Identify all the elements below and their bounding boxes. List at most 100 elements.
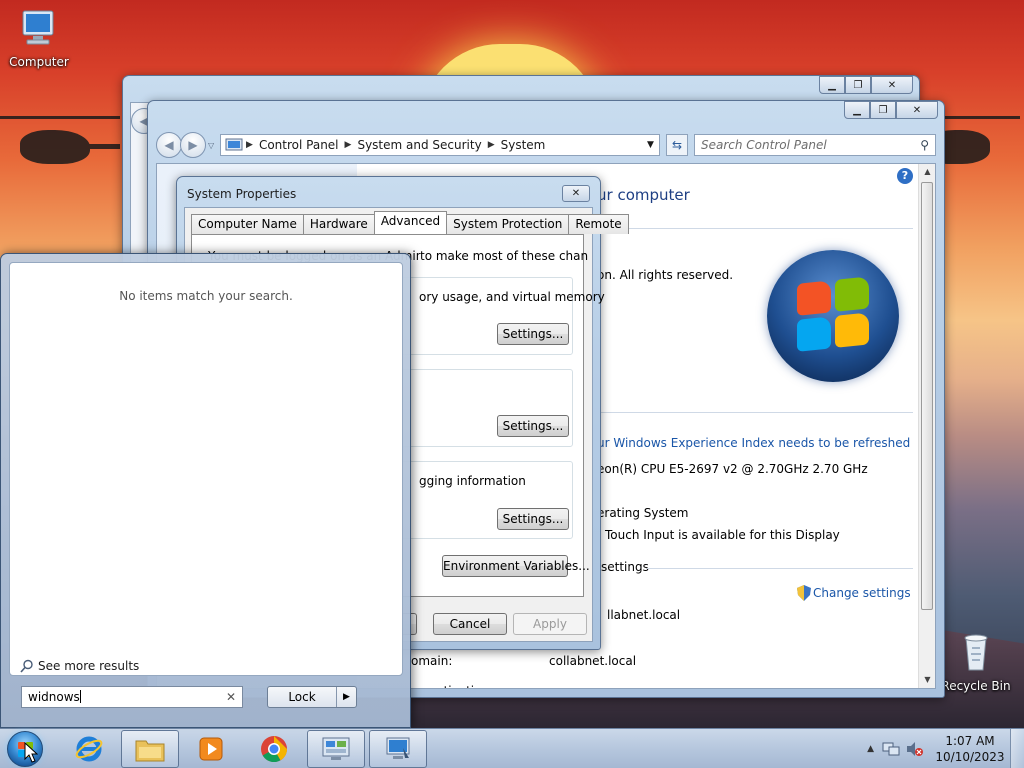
control-panel-icon (322, 737, 350, 760)
startup-settings-button[interactable]: Settings... (497, 508, 569, 530)
system-tray: ▲ 1:07 AM 10/10/2023 (867, 729, 1024, 768)
divider (597, 228, 913, 229)
tab-computer-name[interactable]: Computer Name (191, 214, 304, 234)
computer-icon (22, 10, 54, 45)
clock[interactable]: 1:07 AM 10/10/2023 (930, 733, 1010, 765)
windows-logo (767, 250, 899, 382)
address-dropdown-icon[interactable]: ▼ (641, 140, 659, 150)
search-icon: ⚲ (920, 138, 929, 152)
admin-note-right: to make most of these changes. (420, 249, 588, 263)
show-desktop-button[interactable] (1010, 729, 1024, 768)
minimize-button[interactable]: ▁ (844, 101, 870, 119)
volume-muted-icon[interactable] (906, 741, 924, 757)
no-results-message: No items match your search. (119, 289, 293, 303)
magnifier-icon (20, 659, 33, 673)
see-more-results-label: See more results (38, 659, 140, 673)
dialog-close-button[interactable]: ✕ (562, 185, 590, 202)
taskbar-media-player[interactable] (182, 730, 240, 768)
change-settings-label: Change settings (813, 586, 911, 600)
uac-shield-icon (797, 585, 811, 601)
search-control-panel-input[interactable]: Search Control Panel ⚲ (694, 134, 936, 156)
startup-description: gging information (419, 474, 526, 488)
chrome-icon (261, 736, 288, 763)
change-settings-link[interactable]: Change settings (797, 585, 911, 601)
scroll-down-icon[interactable]: ▼ (919, 672, 935, 688)
close-button[interactable]: ✕ (896, 101, 938, 119)
clear-search-icon[interactable]: ✕ (226, 687, 236, 707)
start-search-input[interactable]: widnows ✕ (21, 686, 243, 708)
dialog-title: System Properties (187, 187, 297, 201)
control-panel-icon (225, 138, 243, 151)
see-more-results-link[interactable]: See more results (20, 659, 139, 673)
taskbar-system-properties[interactable] (369, 730, 427, 768)
scrollbar-thumb[interactable] (921, 182, 933, 610)
tab-system-protection[interactable]: System Protection (446, 214, 570, 234)
internet-explorer-icon (75, 736, 103, 762)
breadcrumb-system-and-security[interactable]: System and Security (351, 138, 487, 152)
wallpaper-helicopter (0, 116, 120, 164)
clock-date: 10/10/2023 (935, 750, 1005, 764)
show-hidden-icons-icon[interactable]: ▲ (867, 744, 874, 754)
computer-name-section-heading: settings (601, 560, 649, 574)
desktop-icon-computer[interactable]: Computer (0, 8, 78, 69)
vertical-scrollbar[interactable]: ▲ ▼ (918, 164, 935, 688)
taskbar-control-panel[interactable] (307, 730, 365, 768)
breadcrumb-control-panel[interactable]: Control Panel (253, 138, 345, 152)
system-properties-icon (386, 737, 410, 759)
maximize-button[interactable]: ❐ (845, 76, 871, 94)
back-button[interactable]: ◀ (156, 132, 182, 158)
maximize-button[interactable]: ❐ (870, 101, 896, 119)
pen-touch-value: Touch Input is available for this Displa… (605, 528, 840, 542)
recent-pages-icon[interactable]: ▽ (208, 141, 214, 150)
search-placeholder: Search Control Panel (701, 138, 827, 152)
shutdown-options-arrow-icon[interactable]: ▶ (336, 687, 356, 707)
start-menu[interactable]: No items match your search. See more res… (0, 253, 411, 728)
breadcrumb-system[interactable]: System (495, 138, 552, 152)
desktop-icon-recycle-bin[interactable]: Recycle Bin (937, 632, 1015, 693)
performance-settings-button[interactable]: Settings... (497, 323, 569, 345)
page-heading: ur computer (597, 186, 690, 204)
cancel-button[interactable]: Cancel (433, 613, 507, 635)
close-button[interactable]: ✕ (871, 76, 913, 94)
folder-icon (135, 740, 165, 762)
desktop-icon-label: Recycle Bin (941, 679, 1011, 693)
recycle-bin-icon (964, 634, 988, 671)
tab-advanced[interactable]: Advanced (373, 211, 448, 234)
domain-label: omain: (411, 654, 453, 668)
caption-buttons: ▁ ❐ ✕ (844, 101, 938, 119)
taskbar-internet-explorer[interactable] (60, 730, 118, 768)
breadcrumb-separator-icon: ▶ (243, 140, 253, 150)
caption-buttons: ▁ ❐ ✕ (819, 76, 913, 94)
environment-variables-button[interactable]: Environment Variables... (442, 555, 590, 577)
breadcrumb-separator-icon: ▶ (344, 140, 352, 150)
apply-button[interactable]: Apply (513, 613, 587, 635)
breadcrumb-separator-icon: ▶ (487, 140, 495, 150)
network-icon[interactable] (882, 741, 900, 757)
taskbar-chrome[interactable] (245, 730, 303, 768)
full-computer-name-value: llabnet.local (607, 608, 681, 622)
forward-button[interactable]: ▶ (180, 132, 206, 158)
address-bar[interactable]: ▶ Control Panel ▶ System and Security ▶ … (220, 134, 660, 156)
text-caret (79, 690, 81, 703)
tab-remote[interactable]: Remote (568, 214, 629, 234)
system-type-value: erating System (597, 506, 689, 520)
performance-description: ory usage, and virtual memory (419, 290, 605, 304)
start-search-value: widnows (28, 690, 80, 704)
navigation-bar: ◀ ▶ ▽ ▶ Control Panel ▶ System and Secur… (156, 131, 936, 159)
media-player-icon (199, 737, 223, 761)
copyright-text: on. All rights reserved. (597, 268, 734, 282)
scroll-up-icon[interactable]: ▲ (919, 164, 935, 180)
help-icon[interactable]: ? (897, 168, 913, 184)
user-profiles-settings-button[interactable]: Settings... (497, 415, 569, 437)
taskbar-windows-explorer[interactable] (121, 730, 179, 768)
domain-value: collabnet.local (549, 654, 637, 668)
windows-flag-icon (797, 276, 871, 354)
experience-index-link[interactable]: ur Windows Experience Index needs to be … (597, 436, 910, 450)
processor-value: eon(R) CPU E5-2697 v2 @ 2.70GHz 2.70 GHz (597, 462, 868, 476)
minimize-button[interactable]: ▁ (819, 76, 845, 94)
lock-button[interactable]: Lock ▶ (267, 686, 357, 708)
divider (597, 412, 913, 413)
refresh-button[interactable]: ⇆ (666, 134, 688, 156)
activation-section-heading: ctivation (437, 684, 489, 688)
tab-hardware[interactable]: Hardware (302, 214, 375, 234)
